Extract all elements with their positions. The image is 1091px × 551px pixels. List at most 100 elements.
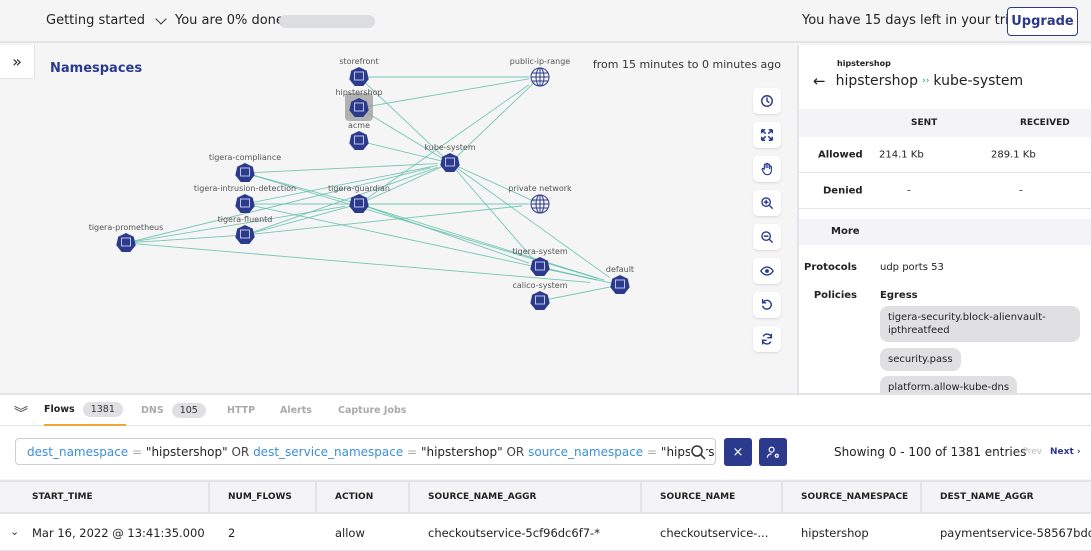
tab-capture-jobs[interactable]: Capture Jobs [338,395,406,426]
cell-source-name: checkoutservice-... [660,526,769,540]
visibility-button[interactable] [753,258,781,284]
zoom-in-button[interactable] [753,190,781,216]
policy-chip[interactable]: security.pass [880,348,961,371]
col-start-time[interactable]: START_TIME [0,482,210,512]
query-key: dest_service_namespace [253,444,404,459]
node-label: private network [508,184,572,193]
panel-context: hipstershop [837,59,891,68]
received-value: 289.1 Kb [991,149,1036,160]
policies-direction: Egress [880,290,918,301]
pan-button[interactable] [753,156,781,182]
policy-chip[interactable]: platform.allow-kube-dns [880,376,1018,393]
namespace-icon [235,194,255,213]
col-source-name[interactable]: SOURCE_NAME [642,482,783,512]
graph-node-tigera-intrusion-detection[interactable]: tigera-intrusion-detection [194,184,296,213]
node-label: tigera-compliance [209,153,281,162]
sent-value: - [907,185,911,196]
next-page-link[interactable]: Next › [1050,447,1081,457]
progress-text: You are 0% done [175,13,284,28]
cell-source-name-aggr: checkoutservice-5cf96dc6f7-* [428,526,600,540]
tab-label: DNS [141,405,164,416]
tab-dns[interactable]: DNS 105 [141,395,206,426]
time-range-button[interactable] [753,88,781,114]
cell-start-time: Mar 16, 2022 @ 13:41:35.000 [32,526,205,540]
tab-http[interactable]: HTTP [227,395,255,426]
upgrade-button[interactable]: Upgrade [1007,7,1078,36]
tab-label: Flows [44,404,75,415]
received-value: - [1019,185,1023,196]
query-joiner: OR [231,444,250,459]
query-input[interactable]: dest_namespace = "hipstershop" OR dest_s… [15,438,716,465]
search-icon[interactable] [690,444,706,460]
protocols-label: Protocols [804,262,857,273]
prev-page-link[interactable]: ‹ Prev [1016,447,1042,457]
getting-started-dropdown[interactable]: Getting started [46,12,167,28]
node-label: default [606,265,634,274]
tab-alerts[interactable]: Alerts [280,395,312,426]
undo-button[interactable] [753,292,781,318]
policy-chip[interactable]: tigera-security.block-alienvault-ipthrea… [880,306,1080,342]
count-badge: 105 [171,403,206,418]
tab-label: HTTP [227,405,256,416]
query-joiner: OR [506,444,525,459]
panel-header: ← hipstershop ›› kube-system [813,72,1023,90]
query-value: "hipstershop" [660,444,715,459]
graph-edge[interactable] [449,162,535,202]
flow-details-panel: hipstershop ← hipstershop ›› kube-system… [797,45,1091,393]
graph-node-tigera-prometheus[interactable]: tigera-prometheus [89,223,164,252]
node-label: tigera-guardian [328,184,390,193]
tab-flows[interactable]: Flows 1381 [44,395,126,426]
clear-query-button[interactable]: × [724,438,752,466]
query-op: = [407,444,418,459]
refresh-icon [761,333,773,345]
collapse-panel-icon[interactable]: ︾ [14,403,28,423]
graph-node-calico-system[interactable]: calico-system [513,281,568,310]
col-source-namespace[interactable]: SOURCE_NAMESPACE [783,482,922,512]
graph-node-hipstershop[interactable]: hipstershop [335,88,383,121]
expand-sidebar-button[interactable]: » [0,45,35,79]
col-sent: SENT [911,118,938,128]
query-value: "hipstershop" [145,444,228,459]
graph-node-acme[interactable]: acme [348,121,370,150]
row-label: Allowed [818,149,863,160]
graph-node-kube-system[interactable]: kube-system [424,143,476,172]
graph-edge[interactable] [358,78,530,109]
col-dest-name-aggr[interactable]: DEST_NAME_AGGR [922,482,1091,512]
close-icon: × [732,444,744,460]
zoom-out-button[interactable] [753,224,781,250]
cell-source-namespace: hipstershop [801,526,869,540]
graph-node-storefront[interactable]: storefront [339,57,379,86]
graph-edge[interactable] [358,203,605,281]
query-key: source_namespace [528,444,644,459]
col-action[interactable]: ACTION [317,482,410,512]
namespace-icon [235,225,255,244]
query-op: = [132,444,143,459]
graph-edge[interactable] [358,203,530,264]
col-source-name-aggr[interactable]: SOURCE_NAME_AGGR [410,482,642,512]
bottom-tabs: ︾ Flows 1381 DNS 105 HTTP Alerts Capture… [0,393,1091,426]
node-label: tigera-system [512,247,568,256]
user-settings-button[interactable] [759,438,787,466]
undo-icon [761,299,772,310]
cell-num-flows: 2 [228,526,236,540]
namespace-graph[interactable]: storefront hipstershop acme public-ip-range… [0,45,797,393]
graph-node-default[interactable]: default [606,265,634,294]
hand-icon [761,162,772,176]
cell-dest-name-aggr: paymentservice-58567bdd [940,526,1091,540]
query-key: dest_namespace [27,444,129,459]
count-badge: 1381 [82,402,123,417]
refresh-button[interactable] [753,326,781,352]
namespace-icon [440,153,460,172]
fit-view-button[interactable] [753,122,781,148]
graph-node-tigera-compliance[interactable]: tigera-compliance [209,153,281,182]
expand-arrows-icon [760,128,774,142]
graph-node-public-ip-range[interactable]: public-ip-range [510,57,570,87]
table-row[interactable]: ⌄ Mar 16, 2022 @ 13:41:35.000 2 allow ch… [0,516,1091,551]
graph-edge[interactable] [449,162,611,279]
query-value: "hipstershop" [420,444,503,459]
col-num-flows[interactable]: NUM_FLOWS [210,482,317,512]
graph-canvas[interactable]: storefront hipstershop acme public-ip-range… [0,45,797,393]
back-arrow-icon[interactable]: ← [813,72,826,90]
namespace-icon [530,291,550,310]
graph-node-private-network[interactable]: private network [508,184,572,214]
